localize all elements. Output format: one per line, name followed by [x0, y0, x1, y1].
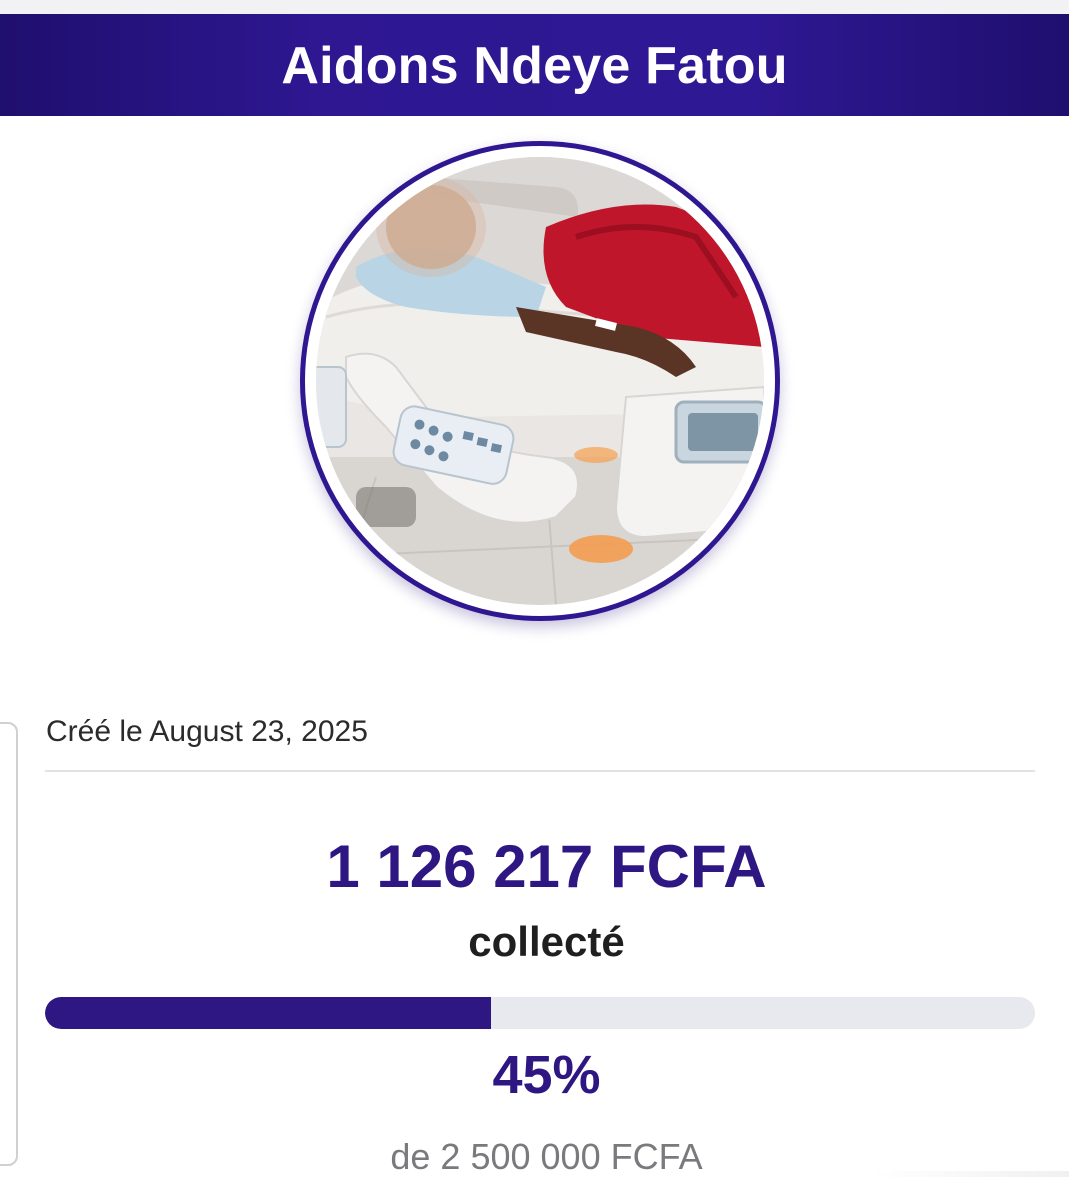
top-band	[0, 0, 1069, 14]
divider	[45, 770, 1035, 772]
amount-raised: 1 126 217 FCFA	[326, 833, 767, 900]
bottom-shadow	[869, 1171, 1069, 1177]
progress-percent: 45%	[492, 1045, 601, 1105]
progress-bar-fill	[45, 997, 491, 1029]
created-date: Créé le August 23, 2025	[46, 715, 368, 748]
raised-label: collecté	[468, 918, 625, 965]
campaign-header: Aidons Ndeye Fatou	[0, 14, 1069, 116]
progress-bar	[45, 997, 1035, 1029]
hospital-bed-illustration	[316, 157, 764, 605]
campaign-title: Aidons Ndeye Fatou	[281, 37, 788, 95]
campaign-page: Aidons Ndeye Fatou Créé le August 23, 20…	[0, 0, 1069, 1177]
campaign-photo-frame[interactable]	[300, 141, 780, 621]
campaign-photo	[316, 157, 764, 605]
